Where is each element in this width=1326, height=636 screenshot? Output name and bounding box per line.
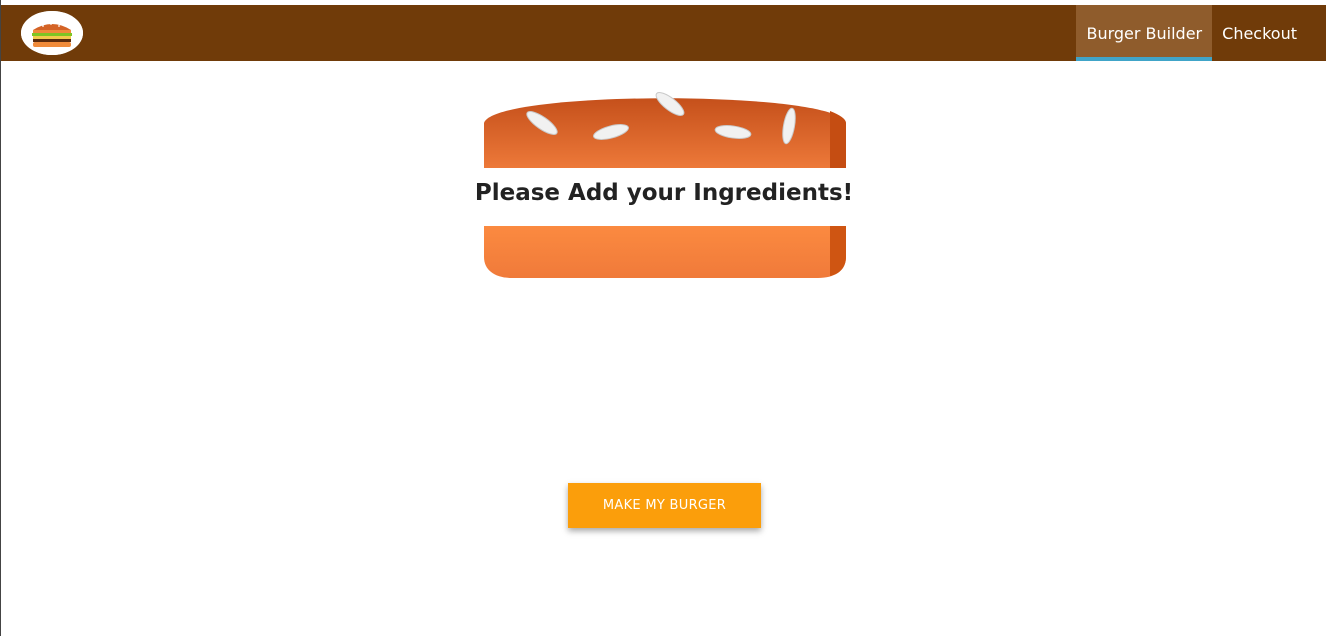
empty-burger-message: Please Add your Ingredients!: [441, 168, 887, 224]
burger-logo-icon[interactable]: [21, 11, 83, 55]
bread-bottom-icon: [484, 226, 846, 278]
nav-checkout[interactable]: Checkout: [1212, 5, 1307, 61]
make-my-burger-button[interactable]: MAKE MY BURGER: [568, 483, 761, 528]
nav-burger-builder[interactable]: Burger Builder: [1076, 5, 1213, 61]
main-navigation: Burger Builder Checkout: [1076, 5, 1307, 61]
toolbar: Burger Builder Checkout: [1, 5, 1326, 61]
bread-top-icon: [484, 92, 846, 170]
app-page: Burger Builder Checkout Please Add your …: [0, 0, 1326, 636]
burger-logo-icon-svg: [21, 11, 83, 55]
